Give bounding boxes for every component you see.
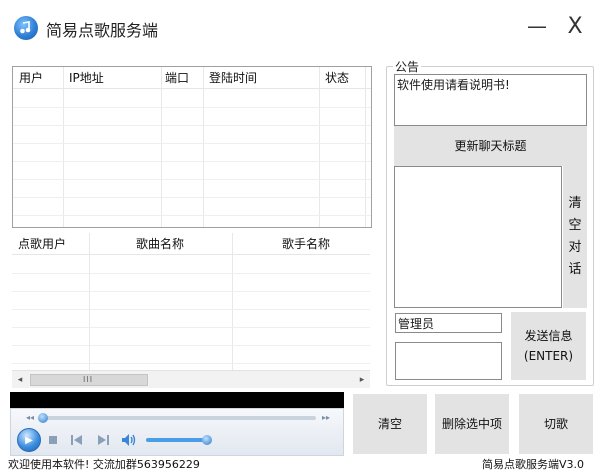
announcement-label: 公告 (393, 58, 422, 75)
row-divider (12, 309, 370, 310)
volume-handle[interactable] (202, 435, 212, 445)
column-header-user[interactable]: 用户 (19, 67, 43, 89)
row-divider (12, 273, 370, 274)
column-header-port[interactable]: 端口 (165, 67, 189, 89)
row-divider (13, 143, 371, 144)
media-player: ◂◂ ▸▸ ▶ (10, 408, 344, 456)
scrollbar-grip: III (83, 375, 94, 384)
songs-table[interactable]: 点歌用户 歌曲名称 歌手名称 (12, 233, 370, 370)
clients-table[interactable]: 用户 IP地址 端口 登陆时间 状态 (12, 66, 372, 228)
previous-icon[interactable] (69, 433, 85, 447)
column-divider (203, 67, 204, 227)
horizontal-scrollbar[interactable]: ◂ III ▸ (12, 370, 370, 388)
minimize-button[interactable]: — (522, 11, 552, 41)
row-divider (13, 215, 371, 216)
update-chat-title-button[interactable]: 更新聊天标题 (394, 126, 587, 166)
next-icon[interactable] (95, 433, 111, 447)
send-message-button[interactable]: 发送信息 (ENTER) (511, 312, 586, 380)
app-logo-icon (14, 16, 38, 40)
announcement-textbox[interactable]: 软件使用请看说明书! (394, 74, 587, 126)
status-welcome-text: 欢迎使用本软件! 交流加群563956229 (8, 458, 200, 471)
row-divider (12, 363, 370, 364)
volume-slider[interactable] (146, 438, 208, 442)
fast-forward-icon[interactable]: ▸▸ (319, 411, 333, 423)
column-divider (365, 67, 366, 227)
column-header-requester[interactable]: 点歌用户 (18, 233, 66, 255)
window-title: 简易点歌服务端 (46, 21, 159, 40)
send-button-label: 发送信息 (524, 329, 573, 343)
row-divider (13, 179, 371, 180)
chat-log-textbox[interactable] (394, 166, 562, 308)
seek-bar[interactable] (41, 416, 316, 420)
seek-handle[interactable] (38, 413, 48, 423)
column-divider (319, 67, 320, 227)
row-divider (12, 345, 370, 346)
column-header-song-name[interactable]: 歌曲名称 (136, 233, 184, 255)
scrollbar-thumb[interactable]: III (30, 374, 148, 386)
songs-table-header: 点歌用户 歌曲名称 歌手名称 (12, 233, 370, 255)
send-button-hint: (ENTER) (523, 349, 574, 363)
play-icon[interactable]: ▶ (17, 428, 41, 452)
stop-icon[interactable] (47, 433, 59, 447)
scroll-left-icon[interactable]: ◂ (14, 374, 26, 386)
rewind-icon[interactable]: ◂◂ (23, 411, 37, 423)
column-divider (232, 233, 233, 370)
scroll-right-icon[interactable]: ▸ (356, 374, 368, 386)
column-header-login-time[interactable]: 登陆时间 (209, 67, 257, 89)
column-header-ip[interactable]: IP地址 (69, 67, 104, 89)
clients-table-header: 用户 IP地址 端口 登陆时间 状态 (13, 67, 371, 89)
admin-name-field[interactable]: 管理员 (395, 313, 502, 333)
column-header-artist-name[interactable]: 歌手名称 (282, 233, 330, 255)
row-divider (13, 197, 371, 198)
clear-button[interactable]: 清空 (353, 394, 427, 454)
column-header-status[interactable]: 状态 (325, 67, 349, 89)
row-divider (13, 107, 371, 108)
column-divider (89, 233, 90, 370)
row-divider (13, 161, 371, 162)
delete-selected-button[interactable]: 删除选中项 (435, 394, 509, 454)
volume-icon[interactable] (121, 432, 139, 448)
row-divider (13, 125, 371, 126)
skip-song-button[interactable]: 切歌 (519, 394, 593, 454)
row-divider (12, 327, 370, 328)
clear-chat-button[interactable]: 清空对话 (563, 166, 587, 308)
video-display (10, 392, 344, 408)
row-divider (12, 291, 370, 292)
close-button[interactable]: X (560, 11, 590, 41)
column-divider (161, 67, 162, 227)
message-input[interactable] (395, 342, 502, 380)
column-divider (63, 67, 64, 227)
status-version-text: 简易点歌服务端V3.0 (482, 458, 585, 471)
